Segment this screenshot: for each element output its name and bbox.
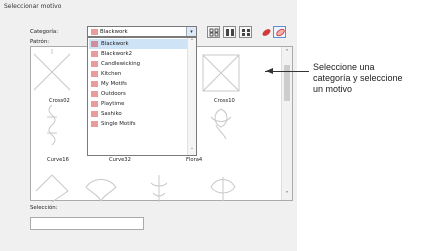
dropdown-item-blackwork[interactable]: Blackwork xyxy=(89,39,188,49)
motif-cross02-thumb xyxy=(33,49,71,91)
red-leaf-icon xyxy=(262,29,271,36)
category-combo-value: Blackwork xyxy=(100,29,128,35)
scroll-up-icon[interactable]: ˄ xyxy=(282,49,292,56)
motif-grid-scrollbar[interactable]: ˄ ˅ xyxy=(281,47,292,200)
callout-line-2: categoría y seleccione xyxy=(313,73,403,83)
motif-ornament2-thumb xyxy=(150,175,168,202)
dropdown-item-label: Outdoors xyxy=(101,90,126,97)
category-dropdown-list[interactable]: Blackwork Blackwork2 Candlewicking Kitch… xyxy=(87,37,197,156)
dropdown-item-label: Sashiko xyxy=(101,110,122,117)
callout-arrow-head-icon xyxy=(266,68,273,74)
dropdown-item-playtime[interactable]: Playtime xyxy=(89,99,188,109)
color-fill-button[interactable] xyxy=(259,26,272,38)
motif-category-icon xyxy=(91,81,98,89)
medium-grid-icon xyxy=(226,29,234,36)
callout-text: Seleccione una categoría y seleccione un… xyxy=(313,62,403,95)
dropdown-scroll-down-icon[interactable]: ˅ xyxy=(188,148,196,154)
dropdown-scroll-up-icon[interactable]: ˄ xyxy=(188,39,196,45)
dropdown-item-candlewicking[interactable]: Candlewicking xyxy=(89,59,188,69)
medium-icons-view-button[interactable] xyxy=(223,26,236,38)
dialog-title: Seleccionar motivo xyxy=(4,3,62,10)
dropdown-item-label: My Motifs xyxy=(101,80,127,87)
motif-category-icon xyxy=(91,111,98,119)
callout-line-1: Seleccione una xyxy=(313,62,375,72)
motif-curve16-label: Curve16 xyxy=(47,157,69,163)
scroll-down-icon[interactable]: ˅ xyxy=(282,191,292,198)
small-icons-view-button[interactable] xyxy=(207,26,220,38)
dropdown-item-label: Kitchen xyxy=(101,70,122,77)
dropdown-scrollbar[interactable]: ˄ ˅ xyxy=(187,38,196,155)
dropdown-item-single-motifs[interactable]: Single Motifs xyxy=(89,119,188,129)
motif-category-icon xyxy=(91,91,98,99)
motif-category-icon xyxy=(91,61,98,69)
dropdown-item-my-motifs[interactable]: My Motifs xyxy=(89,79,188,89)
small-grid-icon xyxy=(209,28,219,37)
motif-category-icon xyxy=(91,101,98,109)
selection-field[interactable] xyxy=(30,217,144,230)
motif-flora4-thumb xyxy=(210,108,232,140)
callout-line-3: un motivo xyxy=(313,84,353,94)
motif-ornament1-thumb xyxy=(85,179,117,202)
dropdown-item-blackwork2[interactable]: Blackwork2 xyxy=(89,49,188,59)
dropdown-item-label: Candlewicking xyxy=(101,60,141,67)
outline-fill-button[interactable] xyxy=(273,26,286,38)
large-icons-view-button[interactable] xyxy=(239,26,252,38)
dropdown-item-outdoors[interactable]: Outdoors xyxy=(89,89,188,99)
dropdown-item-label: Blackwork xyxy=(101,40,129,47)
motif-category-icon xyxy=(91,51,98,59)
motif-curve32-label: Curve32 xyxy=(109,157,131,163)
motif-category-icon xyxy=(91,41,98,49)
motif-curve16-thumb xyxy=(47,104,57,146)
motif-cross10-thumb xyxy=(202,54,240,92)
motif-category-icon xyxy=(91,71,98,79)
pattern-label: Patrón: xyxy=(30,39,50,45)
motif-category-icon xyxy=(91,121,98,129)
category-label: Categoría: xyxy=(30,29,59,35)
dropdown-item-label: Playtime xyxy=(101,100,125,107)
motif-ornament3-thumb xyxy=(210,177,236,201)
dropdown-item-kitchen[interactable]: Kitchen xyxy=(89,69,188,79)
category-combo[interactable]: Blackwork ▾ xyxy=(87,26,197,37)
dropdown-item-label: Single Motifs xyxy=(101,120,136,127)
large-grid-icon xyxy=(242,29,250,36)
motif-diamond-thumb xyxy=(35,174,69,202)
select-motif-dialog: Seleccionar motivo Categoría: Patrón: Bl… xyxy=(0,0,297,251)
selection-label: Selección: xyxy=(30,205,58,211)
chevron-down-icon[interactable]: ▾ xyxy=(186,27,196,36)
motif-cross10-label: Cross10 xyxy=(214,98,235,104)
dropdown-item-sashiko[interactable]: Sashiko xyxy=(89,109,188,119)
red-leaf-outline-icon xyxy=(276,28,285,37)
motif-flora4-label: Flora4 xyxy=(186,157,203,163)
dropdown-item-label: Blackwork2 xyxy=(101,50,133,57)
category-motif-icon xyxy=(91,29,98,37)
motif-cross02-label: Cross02 xyxy=(49,98,70,104)
